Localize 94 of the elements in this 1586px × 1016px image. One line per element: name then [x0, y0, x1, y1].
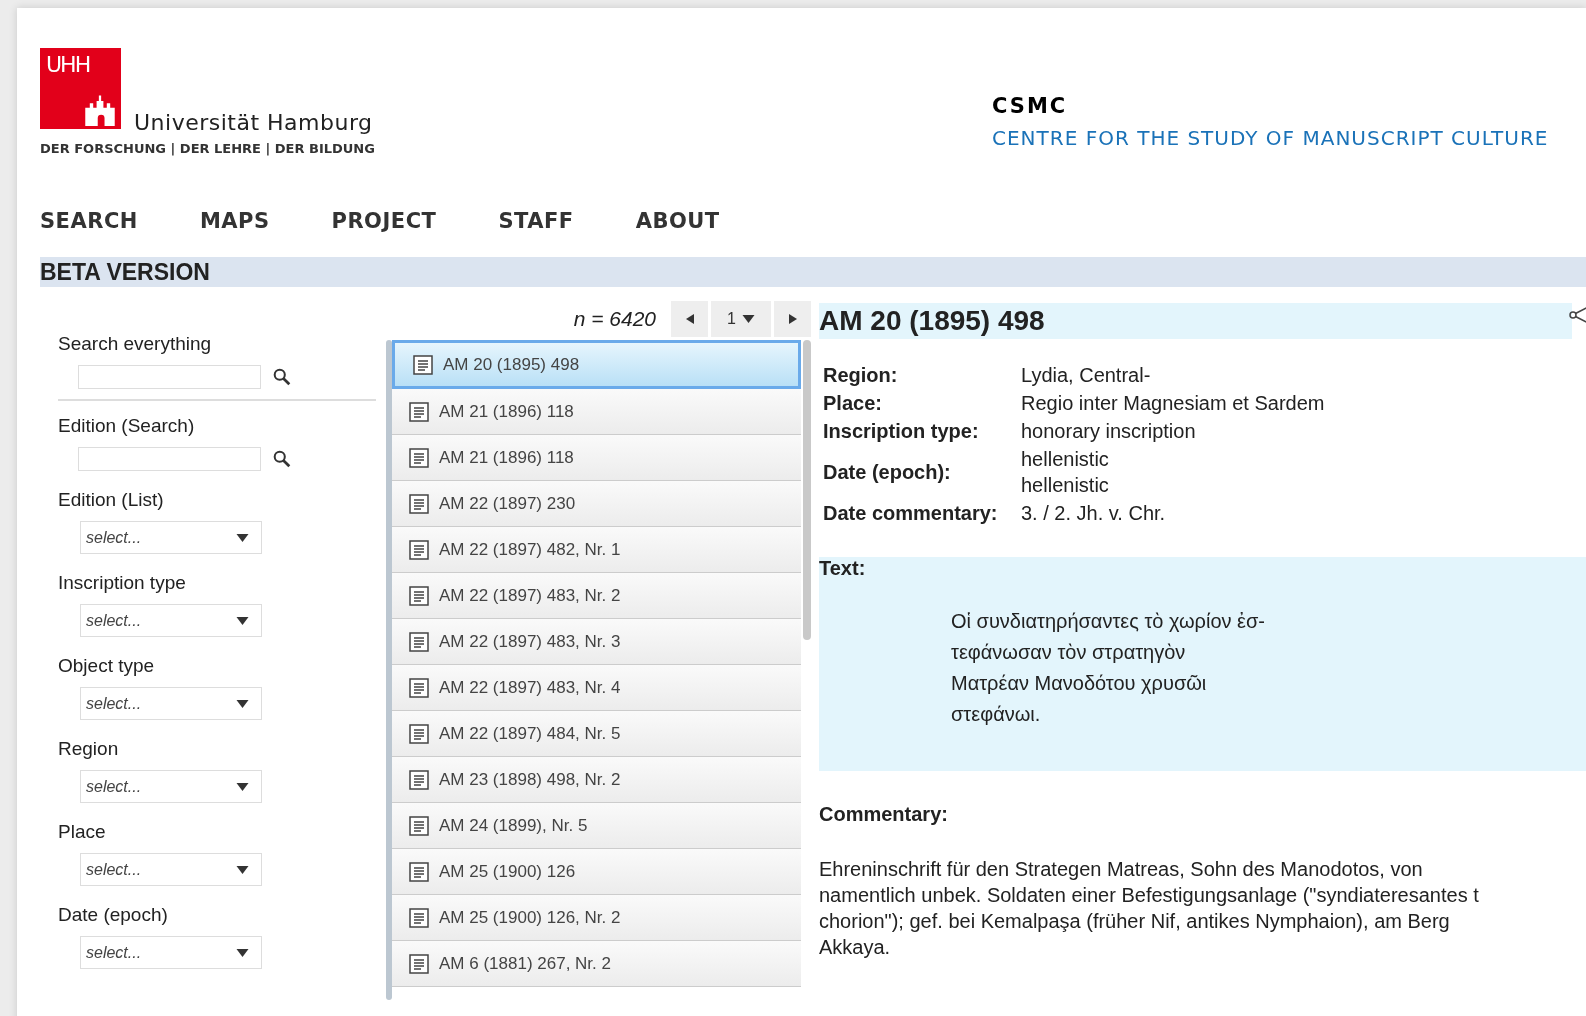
- university-logo: UHH: [40, 48, 121, 129]
- filter-label: Edition (Search): [58, 415, 196, 437]
- result-item[interactable]: AM 22 (1897) 483, Nr. 3: [392, 619, 801, 665]
- left-triangle-icon: [685, 314, 694, 324]
- result-item[interactable]: AM 23 (1898) 498, Nr. 2: [392, 757, 801, 803]
- next-page-button[interactable]: [774, 301, 811, 337]
- result-item[interactable]: AM 22 (1897) 483, Nr. 4: [392, 665, 801, 711]
- filter-label: Region: [58, 738, 120, 760]
- result-item[interactable]: AM 22 (1897) 484, Nr. 5: [392, 711, 801, 757]
- commentary-line: Akkaya.: [819, 935, 892, 960]
- field-label: Inscription type:: [822, 419, 980, 444]
- university-name: Universität Hamburg: [134, 110, 373, 135]
- select-dropdown[interactable]: select...: [80, 936, 262, 969]
- search-icon[interactable]: [273, 368, 291, 386]
- nav-link[interactable]: ABOUT: [635, 209, 720, 233]
- caret-icon: [236, 533, 249, 542]
- document-icon: [409, 953, 429, 974]
- beta-banner: BETA VERSION: [40, 257, 1586, 287]
- select-dropdown[interactable]: select...: [80, 853, 262, 886]
- result-item[interactable]: AM 22 (1897) 230: [392, 481, 801, 527]
- select-dropdown[interactable]: select...: [80, 687, 262, 720]
- scrollbar[interactable]: [803, 340, 811, 640]
- filter-label: Edition (List): [58, 489, 165, 511]
- document-icon: [409, 631, 429, 652]
- caret-icon: [236, 782, 249, 791]
- field-value: honorary inscription: [1021, 419, 1197, 444]
- select-dropdown[interactable]: select...: [80, 521, 262, 554]
- field-label: Region:: [822, 363, 899, 388]
- result-item[interactable]: AM 22 (1897) 483, Nr. 2: [392, 573, 801, 619]
- field-label: Date commentary:: [822, 501, 999, 526]
- search-icon[interactable]: [273, 450, 291, 468]
- filter-label: Search everything: [58, 333, 213, 355]
- result-item[interactable]: AM 6 (1881) 267, Nr. 2: [392, 941, 801, 987]
- filter-label: Place: [58, 821, 107, 843]
- result-count: n = 6420: [573, 307, 656, 331]
- field-label: Place:: [822, 391, 883, 416]
- field-value: 3. / 2. Jh. v. Chr.: [1021, 501, 1167, 526]
- right-triangle-icon: [788, 314, 797, 324]
- inscription-line: Οἱ συνδιατηρήσαντες τὸ χωρίον ἐσ-: [951, 609, 1266, 634]
- document-icon: [409, 815, 429, 836]
- filter-label: Inscription type: [58, 572, 187, 594]
- result-item[interactable]: AM 22 (1897) 482, Nr. 1: [392, 527, 801, 573]
- document-icon: [409, 677, 429, 698]
- inscription-line: Ματρέαν Μανοδότου χρυσῶι: [951, 671, 1208, 696]
- field-value: Lydia, Central-: [1021, 363, 1152, 388]
- caret-icon: [236, 948, 249, 957]
- field-value: Regio inter Magnesiam et Sardem: [1021, 391, 1325, 416]
- section-heading: Text:: [819, 557, 867, 580]
- centre-name: CENTRE FOR THE STUDY OF MANUSCRIPT CULTURE: [992, 126, 1549, 150]
- share-icon[interactable]: [1568, 305, 1586, 325]
- document-icon: [409, 723, 429, 744]
- field-value: hellenistic: [1021, 473, 1110, 498]
- result-item[interactable]: AM 25 (1900) 126: [392, 849, 801, 895]
- filter-label: Object type: [58, 655, 156, 677]
- result-item[interactable]: AM 25 (1900) 126, Nr. 2: [392, 895, 801, 941]
- result-item[interactable]: AM 21 (1896) 118: [392, 389, 801, 435]
- previous-page-button[interactable]: [671, 301, 708, 337]
- field-label: Date (epoch):: [822, 460, 952, 485]
- result-item[interactable]: AM 20 (1895) 498: [392, 340, 801, 389]
- document-icon: [413, 354, 433, 375]
- document-icon: [409, 447, 429, 468]
- commentary-line: Ehreninschrift für den Strategen Matreas, Sohn des Manodotos, von: [819, 857, 1424, 882]
- document-icon: [409, 861, 429, 882]
- page-select[interactable]: 1: [711, 301, 771, 337]
- nav-link[interactable]: STAFF: [498, 209, 574, 233]
- caret-icon: [236, 616, 249, 625]
- centre-acronym: CSMC: [992, 94, 1069, 118]
- document-icon: [409, 493, 429, 514]
- record-title: AM 20 (1895) 498: [819, 303, 1572, 339]
- document-icon: [409, 585, 429, 606]
- nav-link[interactable]: SEARCH: [40, 209, 138, 233]
- result-item[interactable]: AM 21 (1896) 118: [392, 435, 801, 481]
- document-icon: [409, 401, 429, 422]
- select-dropdown[interactable]: select...: [80, 604, 262, 637]
- document-icon: [409, 539, 429, 560]
- filter-label: Date (epoch): [58, 904, 169, 926]
- field-value: hellenistic: [1021, 447, 1110, 472]
- document-icon: [409, 769, 429, 790]
- search-field[interactable]: [78, 365, 261, 389]
- nav-link[interactable]: PROJECT: [331, 209, 437, 233]
- search-field[interactable]: [78, 447, 261, 471]
- caret-icon: [741, 315, 755, 323]
- document-icon: [409, 907, 429, 928]
- inscription-line: στεφάνωι.: [951, 702, 1042, 727]
- inscription-line: τεφάνωσαν τὸν στρατηγὸν: [951, 640, 1187, 665]
- result-item[interactable]: AM 24 (1899), Nr. 5: [392, 803, 801, 849]
- university-motto: DER FORSCHUNG | DER LEHRE | DER BILDUNG: [40, 141, 376, 156]
- nav-link[interactable]: MAPS: [199, 209, 270, 233]
- caret-icon: [236, 865, 249, 874]
- caret-icon: [236, 699, 249, 708]
- commentary-line: namentlich unbek. Soldaten einer Befestigungsanlage ("syndiateresantes t: [819, 883, 1480, 908]
- section-heading: Commentary:: [819, 803, 949, 826]
- commentary-line: chorion"); gef. bei Kemalpaşa (früher Nif, antikes Nymphaion), am Berg: [819, 909, 1451, 934]
- select-dropdown[interactable]: select...: [80, 770, 262, 803]
